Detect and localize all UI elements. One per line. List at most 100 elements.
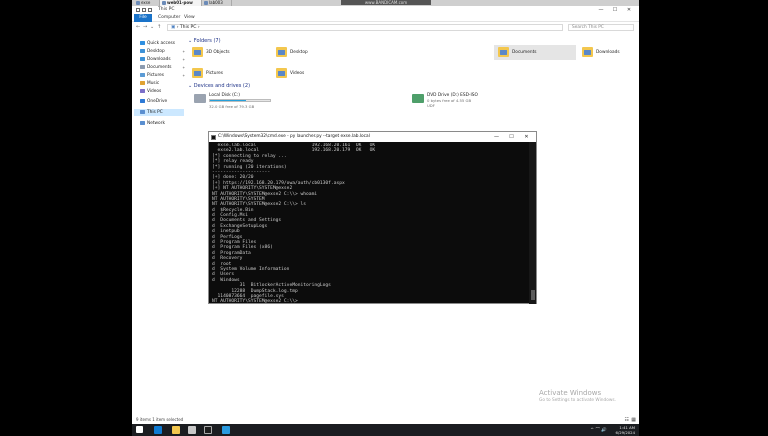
address-path: › This PC ›: [176, 25, 200, 30]
minimize-button[interactable]: —: [594, 6, 608, 14]
close-button[interactable]: ✕: [622, 6, 636, 14]
cmd-line: NT AUTHORITY\SYSTEM@exse2 C:\\>: [212, 299, 301, 303]
session-icon: [162, 1, 166, 5]
nav-item-icon: [140, 48, 145, 53]
folder-item[interactable]: Documents: [494, 45, 576, 60]
sidebar-item[interactable]: Pictures ✦: [140, 72, 185, 79]
nav-item-icon: [140, 120, 145, 125]
folder-icon: [192, 68, 203, 78]
folder-item[interactable]: Desktop: [272, 45, 354, 60]
pin-icon[interactable]: ✦: [182, 48, 185, 55]
app-taskbar-icon[interactable]: [222, 426, 230, 434]
tab-file[interactable]: File: [134, 14, 152, 22]
sidebar-item-label: Quick access: [147, 41, 175, 46]
taskbar-clock[interactable]: 1:41 AM 6/29/2024: [616, 425, 635, 435]
server-manager-icon[interactable]: [188, 426, 196, 434]
sidebar-item-label: Network: [147, 121, 165, 126]
folder-item[interactable]: Videos: [272, 66, 354, 81]
watermark: www.BANDICAM.com: [341, 0, 431, 5]
explorer-title-bar: This PC — ☐ ✕: [132, 6, 639, 14]
cmd-output[interactable]: exse.lab.local 192.168.20.161 OK OK exse…: [212, 143, 527, 303]
forward-icon[interactable]: →: [143, 24, 147, 30]
session-tab-label: lab003: [209, 0, 223, 5]
cmd-taskbar-icon[interactable]: [204, 426, 212, 434]
properties-icon[interactable]: [142, 8, 146, 12]
sidebar-item[interactable]: OneDrive: [140, 98, 167, 105]
cmd-scrollbar[interactable]: [529, 142, 536, 304]
folder-icon: [276, 68, 287, 78]
hard-disk-icon: [194, 94, 206, 103]
address-row: ← → ⌄ ↑ ▣ › This PC › Search This PC: [132, 22, 639, 33]
activation-title: Activate Windows: [539, 389, 602, 397]
sidebar-item[interactable]: This PC: [134, 109, 184, 116]
group-title: Folders (7): [193, 38, 221, 44]
nav-item-icon: [140, 64, 145, 69]
navigation-pane: Quick access Desktop ✦ Downloads ✦ Documents ✦…: [132, 36, 185, 416]
chevron-down-icon: ⌄: [188, 38, 193, 44]
nav-item-icon: [140, 40, 145, 45]
start-windows-icon[interactable]: [136, 426, 143, 433]
pin-icon[interactable]: ✦: [182, 72, 185, 79]
drive-usage-bar: [209, 99, 271, 102]
folder-label: Desktop: [290, 50, 308, 55]
sidebar-item-label: Desktop: [147, 49, 165, 54]
drives-group-header[interactable]: ⌄ Devices and drives (2): [188, 83, 250, 89]
pin-icon[interactable]: ✦: [182, 64, 185, 71]
new-folder-icon[interactable]: [148, 8, 152, 12]
monitor-icon: ▣: [171, 25, 176, 30]
back-icon[interactable]: ←: [136, 24, 140, 30]
cmd-icon: [211, 134, 216, 140]
details-view-icon[interactable]: ☷: [625, 416, 629, 424]
address-bar[interactable]: ▣ › This PC ›: [167, 24, 563, 31]
folder-item[interactable]: Pictures: [188, 66, 270, 81]
taskbar: ^ ⌒ 🔊 1:41 AM 6/29/2024: [132, 424, 639, 436]
drive-usage-fill: [210, 100, 246, 101]
cmd-close-button[interactable]: ✕: [519, 132, 534, 142]
edge-browser-icon[interactable]: [154, 426, 162, 434]
status-bar: 9 items 1 item selected ☷ ▦: [132, 416, 639, 424]
folder-label: Videos: [290, 71, 305, 76]
sidebar-item-label: OneDrive: [147, 99, 168, 104]
drive-filesystem: UDF: [427, 103, 435, 108]
drive-d[interactable]: DVD Drive (D:) ESD-ISO 0 bytes free of 4…: [410, 92, 495, 110]
nav-item-icon: [140, 80, 145, 85]
sidebar-item[interactable]: Downloads ✦: [140, 56, 185, 63]
up-icon[interactable]: ↑: [157, 24, 161, 30]
sidebar-item[interactable]: Desktop ✦: [140, 48, 185, 55]
folder-icon: [276, 47, 287, 57]
folders-group-header[interactable]: ⌄ Folders (7): [188, 38, 221, 44]
system-tray-icons[interactable]: ^ ⌒ 🔊: [590, 427, 607, 433]
session-icon: [136, 1, 140, 5]
drive-name: Local Disk (C:): [209, 93, 240, 98]
cmd-window[interactable]: C:\Windows\System32\cmd.exe - py launche…: [208, 131, 537, 304]
desktop-screen: exse web01-pow lab003 www.BANDICAM.com T…: [0, 0, 768, 436]
pin-icon[interactable]: ✦: [182, 56, 185, 63]
quick-access-toolbar-icon[interactable]: [136, 8, 140, 12]
large-icons-view-icon[interactable]: ▦: [631, 416, 636, 424]
folder-item[interactable]: 3D Objects: [188, 45, 270, 60]
cmd-title: C:\Windows\System32\cmd.exe - py launche…: [218, 134, 370, 139]
folder-icon: [192, 47, 203, 57]
cmd-minimize-button[interactable]: —: [489, 132, 504, 142]
folder-item[interactable]: Downloads: [578, 45, 639, 60]
search-placeholder: Search This PC: [572, 25, 604, 30]
scrollbar-thumb[interactable]: [530, 290, 535, 300]
sidebar-item[interactable]: Documents ✦: [140, 64, 185, 71]
clock-date: 6/29/2024: [615, 430, 635, 435]
folder-label: Pictures: [206, 71, 224, 76]
maximize-button[interactable]: ☐: [608, 6, 622, 14]
folder-label: Downloads: [596, 50, 620, 55]
drive-c[interactable]: Local Disk (C:) 32.0 GB free of 79.3 GB: [192, 92, 277, 110]
sidebar-item[interactable]: Videos: [140, 88, 161, 95]
file-explorer-icon[interactable]: [172, 426, 180, 434]
search-input[interactable]: Search This PC: [568, 24, 634, 31]
nav-item-icon: [140, 56, 145, 61]
session-tab-label: exse: [141, 0, 151, 5]
sidebar-item[interactable]: Quick access: [140, 40, 175, 47]
sidebar-item[interactable]: Network: [140, 120, 165, 127]
cmd-maximize-button[interactable]: ☐: [504, 132, 519, 142]
tab-view[interactable]: View: [180, 14, 199, 22]
cmd-title-bar[interactable]: C:\Windows\System32\cmd.exe - py launche…: [209, 132, 536, 142]
recent-locations-icon[interactable]: ⌄: [150, 24, 154, 30]
sidebar-item[interactable]: Music: [140, 80, 159, 87]
